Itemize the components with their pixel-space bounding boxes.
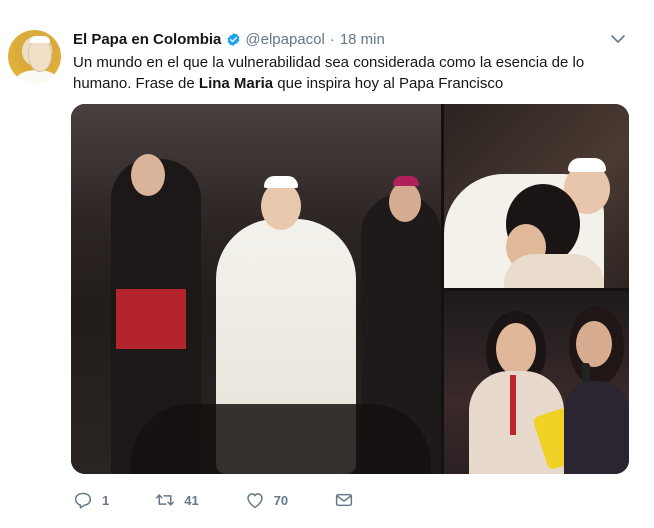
account-name[interactable]: El Papa en Colombia xyxy=(73,31,221,48)
reply-button[interactable]: 1 xyxy=(73,491,109,509)
avatar-gown xyxy=(16,70,58,83)
heart-icon xyxy=(247,493,263,509)
tweet-text-part2: que inspira hoy al Papa Francisco xyxy=(273,75,504,92)
direct-message-button[interactable] xyxy=(334,491,363,509)
clergy-left-face xyxy=(131,154,165,196)
girl-right-body xyxy=(564,381,629,474)
clergy-right-face xyxy=(389,182,421,222)
pope-zucchetto-2 xyxy=(568,158,606,172)
red-cincture xyxy=(116,289,186,349)
like-count: 70 xyxy=(273,492,289,508)
girl-right-face xyxy=(576,321,612,367)
tweet-actions: 1 41 70 xyxy=(73,488,409,512)
account-handle[interactable]: @elpapacol xyxy=(245,31,324,48)
lanyard xyxy=(510,375,516,435)
retweet-count: 41 xyxy=(184,492,199,508)
girl-sweater xyxy=(504,254,604,288)
tweet-text-mention: Lina Maria xyxy=(198,75,274,92)
like-button[interactable]: 70 xyxy=(245,491,288,509)
header-separator: · xyxy=(329,30,335,48)
avatar-face xyxy=(28,38,52,72)
girl-left-face xyxy=(496,323,536,375)
avatar[interactable] xyxy=(8,30,61,83)
retweet-icon xyxy=(156,494,175,506)
chevron-down-icon[interactable] xyxy=(609,31,627,47)
avatar-zucchetto xyxy=(30,36,50,43)
tweet-text: Un mundo en el que la vulnerabilidad sea… xyxy=(73,52,633,94)
foreground-heads xyxy=(131,404,431,474)
pope-face xyxy=(261,182,301,230)
magenta-zucchetto xyxy=(393,176,419,186)
tweet[interactable]: El Papa en Colombia @elpapacol · 18 min … xyxy=(0,0,654,528)
tweet-header: El Papa en Colombia @elpapacol · 18 min xyxy=(73,28,385,50)
photo-pope-embrace[interactable] xyxy=(444,104,629,288)
reply-count: 1 xyxy=(102,492,110,508)
reply-icon xyxy=(74,492,92,509)
retweet-button[interactable]: 41 xyxy=(155,491,199,509)
pope-zucchetto xyxy=(264,176,298,188)
tweet-media-grid xyxy=(71,104,629,474)
verified-badge-icon xyxy=(227,32,240,46)
envelope-icon xyxy=(336,493,353,507)
photo-pope-with-clergy[interactable] xyxy=(71,104,441,474)
tweet-timestamp[interactable]: 18 min xyxy=(340,31,385,48)
photo-girl-speaking[interactable] xyxy=(444,291,629,474)
